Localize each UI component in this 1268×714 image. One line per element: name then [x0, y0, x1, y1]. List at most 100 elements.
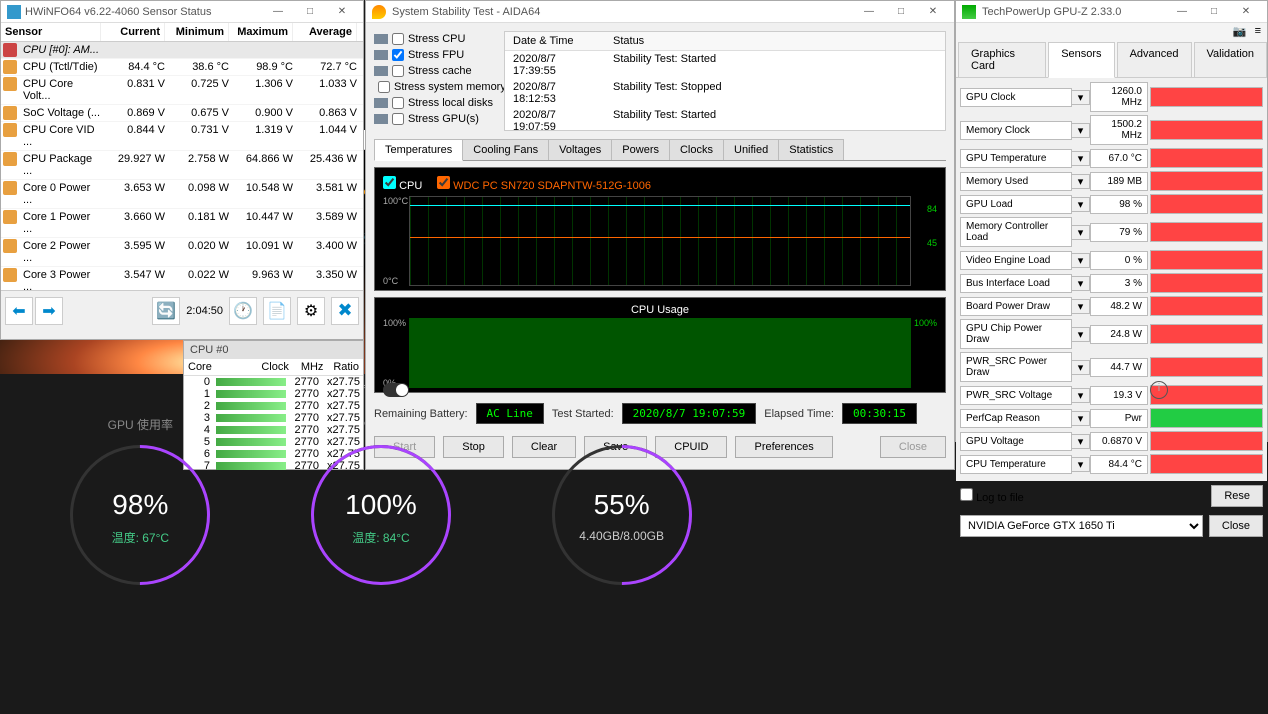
- dropdown-icon[interactable]: ▾: [1072, 434, 1090, 449]
- aida-buttons: StartStopClearSaveCPUIDPreferencesClose: [374, 436, 946, 458]
- stress-check[interactable]: Stress local disks: [374, 95, 494, 111]
- minimize-button[interactable]: —: [263, 3, 293, 21]
- sensor-row[interactable]: Core 1 Power ...3.660 W0.181 W10.447 W3.…: [1, 209, 363, 238]
- close-button[interactable]: ✕: [1231, 3, 1261, 21]
- minimize-button[interactable]: —: [854, 3, 884, 21]
- cpuid-button[interactable]: CPUID: [655, 436, 727, 458]
- temp-chart: CPU WDC PC SN720 SDAPNTW-512G-1006 100°C…: [374, 167, 946, 291]
- hwinfo-rows[interactable]: CPU [#0]: AM...CPU (Tctl/Tdie)84.4 °C38.…: [1, 42, 363, 290]
- core-row: 02770x27.75: [184, 376, 363, 388]
- dropdown-icon[interactable]: ▾: [1072, 225, 1090, 240]
- minimize-button[interactable]: —: [1167, 3, 1197, 21]
- stress-check[interactable]: Stress cache: [374, 63, 494, 79]
- dropdown-icon[interactable]: ▾: [1072, 299, 1090, 314]
- clock-icon[interactable]: 🕐: [229, 297, 257, 325]
- sensor-bar: [1150, 171, 1263, 191]
- settings-icon[interactable]: ⚙: [297, 297, 325, 325]
- tab-sensors[interactable]: Sensors: [1048, 42, 1114, 78]
- log-row[interactable]: 2020/8/7 19:07:59Stability Test: Started: [505, 107, 945, 135]
- stress-check[interactable]: Stress system memory: [374, 79, 494, 95]
- save-icon[interactable]: 📄: [263, 297, 291, 325]
- usage-title: CPU Usage: [379, 302, 941, 318]
- dropdown-icon[interactable]: ▾: [1072, 360, 1090, 375]
- aida-titlebar[interactable]: System Stability Test - AIDA64 — □ ✕: [366, 1, 954, 23]
- gpu-select[interactable]: NVIDIA GeForce GTX 1650 Ti: [960, 515, 1203, 537]
- clear-button[interactable]: Clear: [512, 436, 576, 458]
- log-col-time[interactable]: Date & Time: [505, 32, 605, 50]
- refresh-icon[interactable]: 🔄: [152, 297, 180, 325]
- log-row[interactable]: 2020/8/7 18:12:53Stability Test: Stopped: [505, 79, 945, 107]
- tab-advanced[interactable]: Advanced: [1117, 42, 1192, 78]
- dropdown-icon[interactable]: ▾: [1072, 411, 1090, 426]
- tab-unified[interactable]: Unified: [723, 139, 779, 160]
- close-button[interactable]: ✕: [327, 3, 357, 21]
- col-max[interactable]: Maximum: [229, 23, 293, 41]
- dropdown-icon[interactable]: ▾: [1072, 197, 1090, 212]
- dropdown-icon[interactable]: ▾: [1072, 327, 1090, 342]
- sensor-row[interactable]: CPU (Tctl/Tdie)84.4 °C38.6 °C98.9 °C72.7…: [1, 59, 363, 76]
- sensor-row: GPU Clock▾1260.0 MHz: [960, 82, 1263, 112]
- camera-icon[interactable]: 📷: [1233, 25, 1247, 38]
- close-button[interactable]: ✕: [918, 3, 948, 21]
- stress-check[interactable]: Stress FPU: [374, 47, 494, 63]
- sensor-bar: [1150, 120, 1263, 140]
- tab-statistics[interactable]: Statistics: [778, 139, 844, 160]
- hwinfo-titlebar[interactable]: HWiNFO64 v6.22-4060 Sensor Status — □ ✕: [1, 1, 363, 23]
- sensor-row[interactable]: Core 3 Power ...3.547 W0.022 W9.963 W3.3…: [1, 267, 363, 290]
- log-row[interactable]: 2020/8/7 17:39:55Stability Test: Started: [505, 51, 945, 79]
- tab-temperatures[interactable]: Temperatures: [374, 139, 463, 161]
- maximize-button[interactable]: □: [1199, 3, 1229, 21]
- sensor-row: CPU Temperature▾84.4 °C: [960, 454, 1263, 474]
- maximize-button[interactable]: □: [295, 3, 325, 21]
- maximize-button[interactable]: □: [886, 3, 916, 21]
- y-top: 100°C: [383, 196, 408, 206]
- close-button[interactable]: Close: [1209, 515, 1263, 537]
- dropdown-icon[interactable]: ▾: [1072, 174, 1090, 189]
- stop-button[interactable]: Stop: [443, 436, 504, 458]
- tab-voltages[interactable]: Voltages: [548, 139, 612, 160]
- tab-clocks[interactable]: Clocks: [669, 139, 724, 160]
- dropdown-icon[interactable]: ▾: [1072, 151, 1090, 166]
- stress-check[interactable]: Stress CPU: [374, 31, 494, 47]
- legend-ssd[interactable]: WDC PC SN720 SDAPNTW-512G-1006: [437, 180, 651, 192]
- dropdown-icon[interactable]: ▾: [1072, 90, 1090, 105]
- unit-toggle[interactable]: [383, 383, 409, 397]
- dropdown-icon[interactable]: ▾: [1072, 388, 1090, 403]
- col-current[interactable]: Current: [101, 23, 165, 41]
- col-avg[interactable]: Average: [293, 23, 357, 41]
- log-col-status[interactable]: Status: [605, 32, 945, 50]
- log-table: Date & Time Status 2020/8/7 17:39:55Stab…: [504, 31, 946, 131]
- preferences-button[interactable]: Preferences: [735, 436, 832, 458]
- col-sensor[interactable]: Sensor: [1, 23, 101, 41]
- legend-cpu[interactable]: CPU: [383, 180, 422, 192]
- dropdown-icon[interactable]: ▾: [1072, 253, 1090, 268]
- sensor-row[interactable]: CPU Package ...29.927 W2.758 W64.866 W25…: [1, 151, 363, 180]
- started-value: 2020/8/7 19:07:59: [622, 403, 757, 424]
- info-icon[interactable]: i: [1150, 381, 1168, 399]
- tab-graphics-card[interactable]: Graphics Card: [958, 42, 1046, 78]
- sensor-row[interactable]: SoC Voltage (...0.869 V0.675 V0.900 V0.8…: [1, 105, 363, 122]
- dropdown-icon[interactable]: ▾: [1072, 457, 1090, 472]
- sensor-row: Memory Clock▾1500.2 MHz: [960, 115, 1263, 145]
- dropdown-icon[interactable]: ▾: [1072, 276, 1090, 291]
- reset-button[interactable]: Rese: [1211, 485, 1263, 507]
- col-min[interactable]: Minimum: [165, 23, 229, 41]
- tab-cooling fans[interactable]: Cooling Fans: [462, 139, 549, 160]
- sensor-row[interactable]: CPU Core VID ...0.844 V0.731 V1.319 V1.0…: [1, 122, 363, 151]
- fwd-arrow-icon[interactable]: ➡: [35, 297, 63, 325]
- dropdown-icon[interactable]: ▾: [1072, 123, 1090, 138]
- sensor-row[interactable]: CPU Core Volt...0.831 V0.725 V1.306 V1.0…: [1, 76, 363, 105]
- stress-check[interactable]: Stress GPU(s): [374, 111, 494, 127]
- log-to-file[interactable]: Log to file: [960, 488, 1024, 504]
- tab-powers[interactable]: Powers: [611, 139, 670, 160]
- menu-icon[interactable]: ≡: [1255, 25, 1261, 38]
- cpu-cores-window: CPU #0 Core Clock MHz Ratio 02770x27.751…: [183, 340, 364, 470]
- sensor-row: GPU Temperature▾67.0 °C: [960, 148, 1263, 168]
- close-button[interactable]: Close: [880, 436, 946, 458]
- sensor-row[interactable]: Core 0 Power ...3.653 W0.098 W10.548 W3.…: [1, 180, 363, 209]
- close-icon[interactable]: ✖: [331, 297, 359, 325]
- tab-validation[interactable]: Validation: [1194, 42, 1268, 78]
- back-arrow-icon[interactable]: ⬅: [5, 297, 33, 325]
- sensor-row[interactable]: Core 2 Power ...3.595 W0.020 W10.091 W3.…: [1, 238, 363, 267]
- gpuz-titlebar[interactable]: TechPowerUp GPU-Z 2.33.0 — □ ✕: [956, 1, 1267, 23]
